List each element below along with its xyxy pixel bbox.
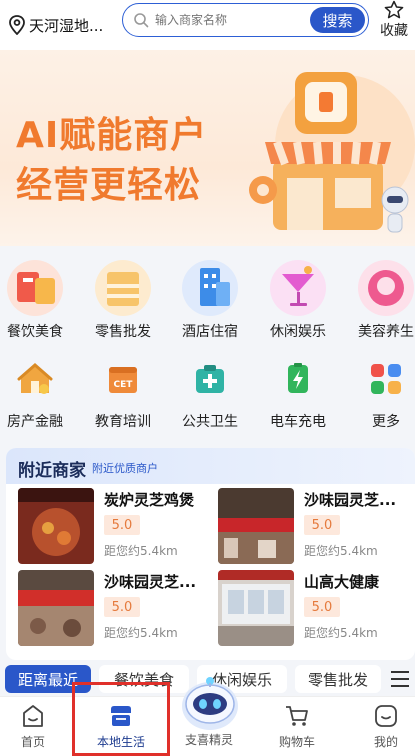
star-icon [384, 0, 404, 19]
merchant-name: 沙味园灵芝... [104, 573, 197, 591]
charging-icon [288, 363, 308, 393]
merchant-card[interactable]: 炭炉灵芝鸡煲 5.0 距您约5.4km [18, 488, 218, 566]
cart-icon [286, 706, 308, 726]
beauty-icon [358, 260, 414, 316]
highlight-annotation [72, 682, 170, 756]
nav-label: 首页 [20, 735, 45, 749]
search-button[interactable]: 搜索 [310, 7, 365, 33]
category-more[interactable]: 更多 [344, 361, 415, 431]
health-icon [196, 365, 224, 393]
merchant-rating: 5.0 [304, 597, 340, 617]
hotel-icon [182, 260, 238, 316]
category-retail[interactable]: 零售批发 [81, 258, 165, 341]
merchant-photo [18, 570, 94, 646]
menu-icon[interactable] [389, 669, 411, 689]
category-label: 美容养生 [358, 324, 414, 340]
merchant-name: 炭炉灵芝鸡煲 [104, 491, 195, 509]
nav-label: 我的 [373, 735, 398, 749]
retail-icon [95, 260, 151, 316]
merchant-distance: 距您约5.4km [104, 626, 178, 640]
merchant-name: 沙味园灵芝... [304, 491, 397, 509]
search-icon [134, 13, 149, 28]
category-label: 休闲娱乐 [270, 324, 326, 340]
tab-retail[interactable]: 零售批发 [295, 665, 381, 693]
category-grid: 餐饮美食 零售批发 酒店住宿 休闲娱乐 美容养生 房产金融 CET 教育培训 公… [0, 258, 415, 456]
location-pin-icon [9, 15, 25, 35]
merchant-photo [218, 570, 294, 646]
merchant-rating: 5.0 [104, 515, 140, 535]
merchant-rating: 5.0 [304, 515, 340, 535]
category-label: 更多 [372, 414, 400, 430]
merchant-card[interactable]: 沙味园灵芝... 5.0 距您约5.4km [218, 488, 415, 566]
category-food[interactable]: 餐饮美食 [0, 258, 77, 341]
category-label: 酒店住宿 [182, 324, 238, 340]
category-realestate[interactable]: 房产金融 [0, 361, 77, 431]
search-input[interactable] [155, 13, 295, 27]
category-label: 公共卫生 [182, 414, 238, 430]
merchant-distance: 距您约5.4km [104, 544, 178, 558]
category-leisure[interactable]: 休闲娱乐 [256, 258, 340, 341]
banner-headline-1: AI赋能商户 [16, 115, 208, 156]
food-icon [7, 260, 63, 316]
category-label: 教育培训 [95, 414, 151, 430]
promo-banner[interactable]: AI赋能商户 经营更轻松 [0, 50, 415, 246]
category-beauty[interactable]: 美容养生 [344, 258, 415, 341]
category-label: 电车充电 [270, 414, 326, 430]
category-health[interactable]: 公共卫生 [168, 361, 252, 431]
robot-icon[interactable] [176, 672, 244, 734]
nav-cart[interactable]: 购物车 [262, 703, 332, 750]
home-icon [23, 705, 43, 727]
category-charging[interactable]: 电车充电 [256, 361, 340, 431]
nearby-subtitle: 附近优质商户 [92, 462, 158, 475]
education-icon: CET [109, 367, 137, 393]
merchant-card[interactable]: 山高大健康 5.0 距您约5.4km [218, 570, 415, 648]
nav-home[interactable]: 首页 [0, 703, 68, 750]
storefront-illustration [249, 72, 415, 233]
nav-label: 购物车 [278, 735, 315, 749]
category-hotel[interactable]: 酒店住宿 [168, 258, 252, 341]
merchant-name: 山高大健康 [304, 573, 380, 591]
category-label: 房产金融 [7, 414, 63, 430]
category-label: 零售批发 [95, 324, 151, 340]
search-bar: 搜索 [122, 3, 369, 37]
merchant-rating: 5.0 [104, 597, 140, 617]
banner-headline-2: 经营更轻松 [16, 165, 202, 206]
nearby-title: 附近商家 [18, 461, 86, 481]
merchant-photo [18, 488, 94, 564]
category-education[interactable]: CET 教育培训 [81, 361, 165, 431]
profile-icon [375, 705, 397, 727]
merchant-distance: 距您约5.4km [304, 544, 378, 558]
nav-profile[interactable]: 我的 [351, 703, 415, 750]
favorite-button[interactable]: 收藏 [375, 0, 413, 40]
leisure-icon [270, 260, 326, 316]
location-selector[interactable]: 天河湿地... [8, 15, 118, 36]
top-bar: 天河湿地... 搜索 收藏 [0, 0, 415, 50]
svg-text:CET: CET [114, 380, 134, 390]
favorite-label: 收藏 [380, 23, 408, 39]
house-icon [17, 363, 53, 394]
merchant-card[interactable]: 沙味园灵芝... 5.0 距您约5.4km [18, 570, 218, 648]
category-label: 餐饮美食 [7, 324, 63, 340]
location-label: 天河湿地... [29, 16, 104, 35]
merchant-distance: 距您约5.4km [304, 626, 378, 640]
nearby-header: 附近商家 附近优质商户 [6, 448, 415, 484]
merchant-photo [218, 488, 294, 564]
category-row-1: 餐饮美食 零售批发 酒店住宿 休闲娱乐 美容养生 [0, 258, 415, 353]
app-page: 天河湿地... 搜索 收藏 AI赋能商户 经营更轻松 [0, 0, 415, 756]
nearby-merchants-panel: 附近商家 附近优质商户 炭炉灵芝鸡煲 5.0 距您约5.4km 沙味园灵芝...… [6, 448, 415, 660]
more-icon [371, 364, 401, 394]
category-row-2: 房产金融 CET 教育培训 公共卫生 电车充电 更多 [0, 361, 415, 456]
